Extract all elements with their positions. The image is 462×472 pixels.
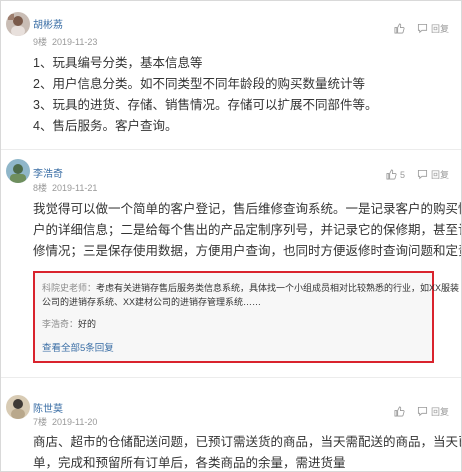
like-button[interactable]: 5: [386, 169, 405, 180]
comment-text-line: 户的详细信息；二是给每个售出的产品定制序列号，并记录它的保修期，甚至记录它的维: [33, 223, 461, 237]
divider: [1, 377, 461, 378]
comment-username[interactable]: 陈世莫: [33, 400, 63, 415]
like-button[interactable]: [394, 406, 405, 417]
comment-meta: 9楼 2019-11-23: [33, 35, 97, 48]
thumbs-up-icon: [394, 406, 405, 417]
like-count: 5: [399, 169, 405, 180]
reply-item: 科院史老师：考虑有关进销存售后服务类信息系统，具体找一个小组成员相对比较熟悉的行…: [42, 283, 459, 294]
comment-text-line: 单，完成和预留所有订单后，各类商品的余量，需进货量: [33, 456, 346, 470]
avatar[interactable]: [6, 395, 30, 419]
reply-text-continued: 公司的进销存系统、XX建材公司的进销存管理系统……: [42, 297, 262, 307]
comment-actions: 回复: [394, 405, 449, 418]
comment-floor: 7楼: [33, 417, 48, 427]
thumbs-up-icon: [386, 169, 397, 180]
comment-meta: 8楼 2019-11-21: [33, 181, 97, 194]
like-button[interactable]: [394, 23, 405, 34]
reply-label: 回复: [430, 24, 449, 34]
comment-text-line: 4、售后服务。客户查询。: [33, 119, 178, 133]
comment-username[interactable]: 胡彬荔: [33, 16, 63, 31]
comment-username[interactable]: 李浩奇: [33, 165, 63, 180]
reply-button[interactable]: 回复: [417, 405, 449, 418]
comment-text-line: 3、玩具的进货、存储、销售情况。存储可以扩展不同部件等。: [33, 98, 378, 112]
avatar[interactable]: [6, 159, 30, 183]
comment-text-line: 1、玩具编号分类，基本信息等: [33, 56, 203, 70]
comment-text-line: 修情况；三是保存使用数据，方便用户查询，也同时方便返修时查询问题和定责。: [33, 244, 462, 258]
comment-icon: [417, 169, 428, 180]
thumbs-up-icon: [394, 23, 405, 34]
avatar[interactable]: [6, 12, 30, 36]
comment-floor: 9楼: [33, 37, 48, 47]
comment-meta: 7楼 2019-11-20: [33, 415, 97, 428]
comment-icon: [417, 23, 428, 34]
reply-text: 考虑有关进销存售后服务类信息系统，具体找一个小组成员相对比较熟悉的行业，如XX服…: [96, 283, 460, 293]
comment-text-line: 我觉得可以做一个简单的客户登记，售后维修查询系统。一是记录客户的购买情况以及客: [33, 202, 461, 216]
comment-text-line: 2、用户信息分类。如不同类型不同年龄段的购买数量统计等: [33, 77, 365, 91]
reply-label: 回复: [430, 407, 449, 417]
reply-thread: 科院史老师：考虑有关进销存售后服务类信息系统，具体找一个小组成员相对比较熟悉的行…: [33, 271, 459, 363]
reply-button[interactable]: 回复: [417, 168, 449, 181]
comment-icon: [417, 406, 428, 417]
reply-button[interactable]: 回复: [417, 22, 449, 35]
comment-list: 胡彬荔 9楼 2019-11-23 回复 1、玩具编号分类，基本信息等 2、用户…: [0, 0, 462, 472]
divider: [1, 149, 461, 150]
comment-actions: 5 回复: [386, 168, 449, 181]
reply-author[interactable]: 科院史老师：: [42, 283, 96, 293]
comment-actions: 回复: [394, 22, 449, 35]
comment-text-line: 商店、超市的仓储配送问题，已预订需送货的商品，当天需配送的商品，当天已完成的订: [33, 435, 461, 449]
comment-date: 2019-11-20: [52, 417, 98, 427]
reply-text: 好的: [78, 319, 97, 329]
comment-floor: 8楼: [33, 183, 48, 193]
reply-label: 回复: [430, 170, 449, 180]
reply-author[interactable]: 李浩奇：: [42, 319, 78, 329]
reply-item: 李浩奇：好的: [42, 319, 96, 330]
comment-date: 2019-11-21: [52, 183, 98, 193]
view-all-replies-link[interactable]: 查看全部5条回复: [42, 340, 114, 354]
comment-date: 2019-11-23: [52, 37, 98, 47]
